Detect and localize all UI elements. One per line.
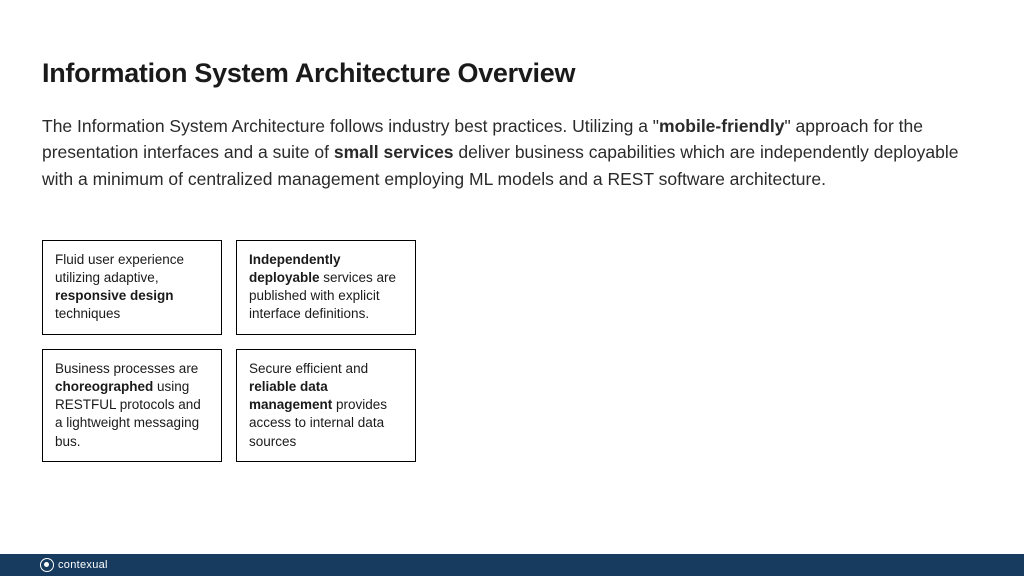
box-post: techniques [55,306,120,321]
target-icon [40,558,54,572]
intro-bold-2: small services [334,142,454,162]
intro-text-1: The Information System Architecture foll… [42,116,659,136]
slide-content: Information System Architecture Overview… [0,0,1024,462]
feature-box-data-management: Secure efficient and reliable data manag… [236,349,416,462]
feature-box-choreographed: Business processes are choreographed usi… [42,349,222,462]
box-bold: responsive design [55,288,174,303]
page-title: Information System Architecture Overview [42,58,982,89]
intro-bold-1: mobile-friendly [659,116,784,136]
box-bold: choreographed [55,379,153,394]
brand-name: contexual [58,559,108,571]
box-bold: reliable data management [249,379,332,412]
intro-paragraph: The Information System Architecture foll… [42,113,962,192]
feature-boxes: Fluid user experience utilizing adaptive… [42,240,982,462]
box-pre: Fluid user experience utilizing adaptive… [55,252,184,285]
box-pre: Business processes are [55,361,198,376]
feature-box-responsive-design: Fluid user experience utilizing adaptive… [42,240,222,335]
feature-box-independently-deployable: Independently deployable services are pu… [236,240,416,335]
box-pre: Secure efficient and [249,361,368,376]
brand-logo: contexual [40,558,108,572]
footer-bar: contexual [0,554,1024,576]
